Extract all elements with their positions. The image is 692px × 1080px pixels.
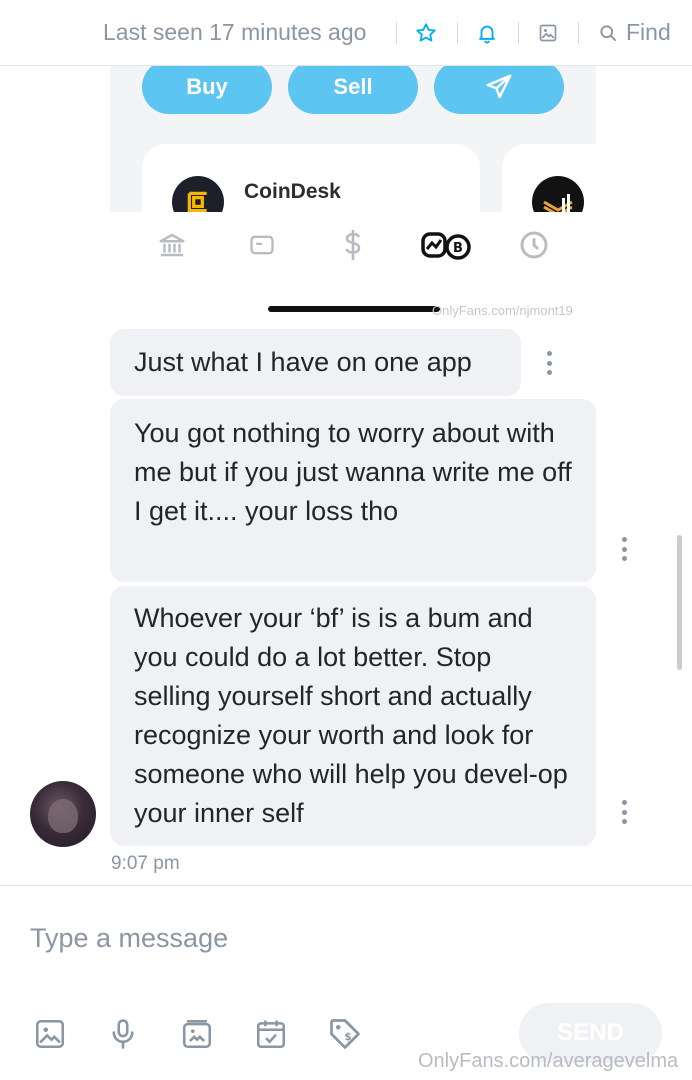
paper-plane-icon [486,74,512,99]
microphone-icon[interactable] [104,1015,142,1053]
header-divider [578,22,579,44]
news-card: CoinDesk [142,144,480,212]
buy-button: Buy [142,66,272,114]
header-divider [457,22,458,44]
scrollbar[interactable] [677,535,682,670]
crypto-icon: B [419,228,473,262]
card-title: CoinDesk [244,180,341,203]
message-timestamp: 9:07 pm [111,853,180,874]
header-divider [518,22,519,44]
find-label: Find [626,19,671,45]
coindesk-logo [172,176,224,212]
message-options-icon[interactable] [621,537,627,561]
message-options-icon[interactable] [546,351,552,375]
message-bubble[interactable]: Just what I have on one app [110,329,521,396]
svg-text:B: B [453,241,463,256]
image-icon[interactable] [535,20,561,46]
bell-icon[interactable] [474,20,500,46]
image-icon[interactable] [31,1015,69,1053]
svg-text:$: $ [344,1031,351,1043]
home-indicator [268,306,440,312]
message-input[interactable] [30,916,630,960]
chat-header: Last seen 17 minutes ago Find [0,0,692,66]
news-card [502,144,596,212]
send-crypto-button [434,66,564,114]
price-tag-icon[interactable]: $ [326,1015,364,1053]
shared-screenshot[interactable]: Buy Sell CoinDesk [110,66,596,212]
message-options-icon[interactable] [621,800,627,824]
sell-button: Sell [288,66,418,114]
find-button[interactable]: Find [598,19,671,46]
card-icon [244,228,280,262]
watermark: OnlyFans.com/averagevelma [418,1050,679,1072]
watermark: OnlyFans.com/njmont19 [432,303,573,318]
message-composer: $ SEND OnlyFans.com/averagevelma [0,885,692,1080]
message-bubble[interactable]: You got nothing to worry about with me b… [110,399,596,582]
avatar[interactable] [30,781,96,847]
dollar-icon [335,228,371,262]
bank-icon [154,228,190,262]
last-seen-status: Last seen 17 minutes ago [103,19,367,45]
publisher-logo [532,176,584,212]
shared-screenshot-nav: B [110,212,596,280]
star-icon[interactable] [413,20,439,46]
calendar-check-icon[interactable] [252,1015,290,1053]
media-vault-icon[interactable] [178,1015,216,1053]
message-bubble[interactable]: Whoever your ‘bf’ is is a bum and you co… [110,586,596,846]
clock-icon [516,228,552,262]
search-icon [600,24,616,41]
header-divider [396,22,397,44]
